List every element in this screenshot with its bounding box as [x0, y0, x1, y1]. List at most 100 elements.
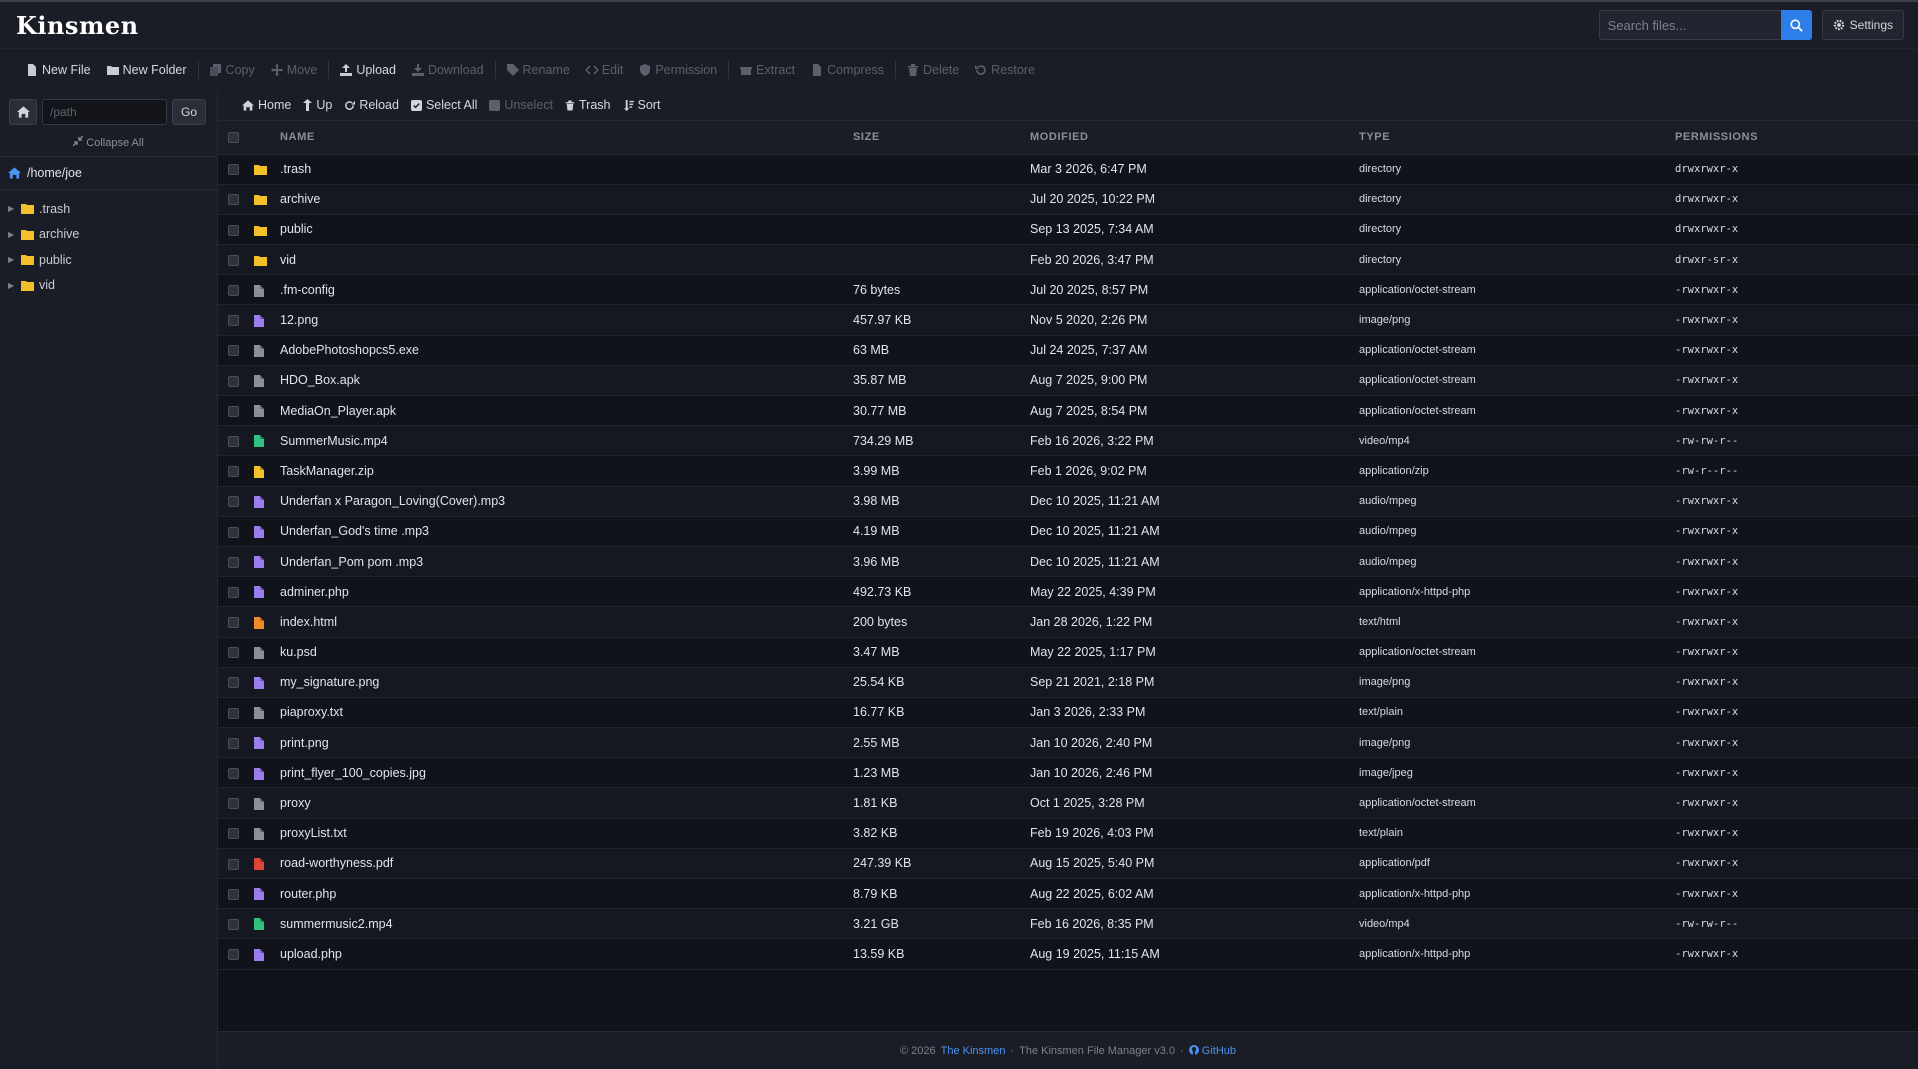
column-header-permissions[interactable]: PERMISSIONS [1675, 121, 1918, 155]
file-name[interactable]: MediaOn_Player.apk [280, 395, 853, 427]
search-button[interactable] [1780, 10, 1812, 40]
new-folder-button[interactable]: New Folder [99, 57, 195, 83]
table-row[interactable]: HDO_Box.apk 35.87 MB Aug 7 2025, 9:00 PM ap… [218, 365, 1918, 397]
row-checkbox[interactable] [228, 677, 239, 689]
select-all-checkbox[interactable] [228, 131, 239, 143]
download-button[interactable]: Download [404, 57, 492, 83]
new-file-button[interactable]: New File [18, 57, 99, 83]
table-row[interactable]: MediaOn_Player.apk 30.77 MB Aug 7 2025, 8:… [218, 395, 1918, 427]
tree-root[interactable]: /home/joe [0, 157, 217, 190]
file-name[interactable]: print_flyer_100_copies.jpg [280, 757, 853, 789]
table-row[interactable]: router.php 8.79 KB Aug 22 2025, 6:02 AM app… [218, 878, 1918, 910]
home-button[interactable] [9, 99, 37, 125]
column-header-type[interactable]: TYPE [1359, 121, 1675, 155]
tree-item-trash[interactable]: ▶ .trash [0, 196, 217, 222]
row-checkbox[interactable] [228, 828, 239, 840]
row-checkbox[interactable] [228, 768, 239, 780]
rename-button[interactable]: Rename [499, 57, 578, 83]
row-checkbox[interactable] [228, 888, 239, 900]
upload-button[interactable]: Upload [332, 57, 404, 83]
row-checkbox[interactable] [228, 949, 239, 961]
table-row[interactable]: SummerMusic.mp4 734.29 MB Feb 16 2026, 3:2… [218, 425, 1918, 457]
github-link[interactable]: GitHub [1188, 1044, 1236, 1057]
file-name[interactable]: Underfan x Paragon_Loving(Cover).mp3 [280, 486, 853, 517]
file-name[interactable]: Underfan_Pom pom .mp3 [280, 546, 853, 578]
go-button[interactable]: Go [172, 99, 206, 125]
unselect-button[interactable]: Unselect [483, 98, 559, 112]
table-row[interactable]: adminer.php 492.73 KB May 22 2025, 4:39 PM… [218, 576, 1918, 608]
caret-right-icon[interactable]: ▶ [8, 230, 16, 239]
row-checkbox[interactable] [228, 526, 239, 538]
table-row[interactable]: TaskManager.zip 3.99 MB Feb 1 2026, 9:02 P… [218, 455, 1918, 487]
tree-item-archive[interactable]: ▶ archive [0, 222, 217, 248]
edit-button[interactable]: Edit [578, 57, 632, 83]
row-checkbox[interactable] [228, 164, 239, 176]
file-name[interactable]: summermusic2.mp4 [280, 908, 853, 940]
table-row[interactable]: vid Feb 20 2026, 3:47 PM directory drwxr-sr… [218, 244, 1918, 276]
search-input[interactable] [1598, 10, 1781, 40]
file-name[interactable]: SummerMusic.mp4 [280, 425, 853, 457]
row-checkbox[interactable] [228, 345, 239, 357]
row-checkbox[interactable] [228, 707, 239, 719]
table-row[interactable]: my_signature.png 25.54 KB Sep 21 2021, 2:1… [218, 667, 1918, 698]
table-row[interactable]: piaproxy.txt 16.77 KB Jan 3 2026, 2:33 PM t… [218, 697, 1918, 729]
compress-button[interactable]: Compress [803, 57, 892, 83]
file-name[interactable]: .fm-config [280, 274, 853, 306]
caret-right-icon[interactable]: ▶ [8, 204, 16, 213]
app-logo[interactable]: Kinsmen [16, 11, 139, 40]
table-row[interactable]: print_flyer_100_copies.jpg 1.23 MB Jan 10 … [218, 757, 1918, 789]
row-checkbox[interactable] [228, 194, 239, 206]
caret-right-icon[interactable]: ▶ [8, 255, 16, 264]
move-button[interactable]: Move [263, 57, 326, 83]
file-name[interactable]: .trash [280, 154, 853, 185]
row-checkbox[interactable] [228, 556, 239, 568]
file-name[interactable]: vid [280, 244, 853, 276]
table-row[interactable]: Underfan_Pom pom .mp3 3.96 MB Dec 10 2025,… [218, 546, 1918, 578]
table-row[interactable]: proxy 1.81 KB Oct 1 2025, 3:28 PM applicati… [218, 787, 1918, 819]
file-name[interactable]: proxy [280, 787, 853, 819]
file-name[interactable]: AdobePhotoshopcs5.exe [280, 335, 853, 366]
file-name[interactable]: proxyList.txt [280, 818, 853, 849]
file-name[interactable]: archive [280, 184, 853, 215]
table-row[interactable]: AdobePhotoshopcs5.exe 63 MB Jul 24 2025, 7… [218, 335, 1918, 366]
table-row[interactable]: road-worthyness.pdf 247.39 KB Aug 15 2025,… [218, 848, 1918, 880]
column-header-size[interactable]: SIZE [853, 121, 1030, 155]
table-row[interactable]: summermusic2.mp4 3.21 GB Feb 16 2026, 8:35… [218, 908, 1918, 940]
row-checkbox[interactable] [228, 254, 239, 266]
table-row[interactable]: public Sep 13 2025, 7:34 AM directory drwxr… [218, 214, 1918, 246]
table-row[interactable]: print.png 2.55 MB Jan 10 2026, 2:40 PM imag… [218, 727, 1918, 759]
row-checkbox[interactable] [228, 285, 239, 297]
table-row[interactable]: .fm-config 76 bytes Jul 20 2025, 8:57 PM ap… [218, 274, 1918, 306]
column-header-modified[interactable]: MODIFIED [1030, 121, 1359, 155]
tree-item-vid[interactable]: ▶ vid [0, 273, 217, 299]
file-name[interactable]: my_signature.png [280, 667, 853, 698]
file-name[interactable]: HDO_Box.apk [280, 365, 853, 397]
row-checkbox[interactable] [228, 737, 239, 749]
row-checkbox[interactable] [228, 315, 239, 327]
file-name[interactable]: adminer.php [280, 576, 853, 608]
row-checkbox[interactable] [228, 798, 239, 810]
file-name[interactable]: piaproxy.txt [280, 697, 853, 729]
extract-button[interactable]: Extract [732, 57, 803, 83]
tree-item-public[interactable]: ▶ public [0, 247, 217, 273]
file-name[interactable]: print.png [280, 727, 853, 759]
row-checkbox[interactable] [228, 435, 239, 447]
sort-button[interactable]: Sort [617, 98, 667, 112]
restore-button[interactable]: Restore [967, 57, 1043, 83]
path-input[interactable] [42, 99, 167, 125]
file-name[interactable]: Underfan_God's time .mp3 [280, 516, 853, 547]
file-name[interactable]: router.php [280, 878, 853, 910]
column-header-name[interactable]: NAME [280, 121, 853, 155]
permission-button[interactable]: Permission [631, 57, 725, 83]
table-row[interactable]: upload.php 13.59 KB Aug 19 2025, 11:15 AM a… [218, 938, 1918, 970]
table-row[interactable]: index.html 200 bytes Jan 28 2026, 1:22 PM t… [218, 606, 1918, 638]
table-row[interactable]: .trash Mar 3 2026, 6:47 PM directory drwxrw… [218, 154, 1918, 185]
delete-button[interactable]: Delete [899, 57, 967, 83]
row-checkbox[interactable] [228, 617, 239, 629]
row-checkbox[interactable] [228, 466, 239, 478]
table-row[interactable]: Underfan_God's time .mp3 4.19 MB Dec 10 20… [218, 516, 1918, 547]
trash-button[interactable]: Trash [559, 98, 617, 112]
table-row[interactable]: ku.psd 3.47 MB May 22 2025, 1:17 PM applica… [218, 637, 1918, 668]
table-row[interactable]: proxyList.txt 3.82 KB Feb 19 2026, 4:03 PM… [218, 818, 1918, 849]
file-name[interactable]: road-worthyness.pdf [280, 848, 853, 880]
